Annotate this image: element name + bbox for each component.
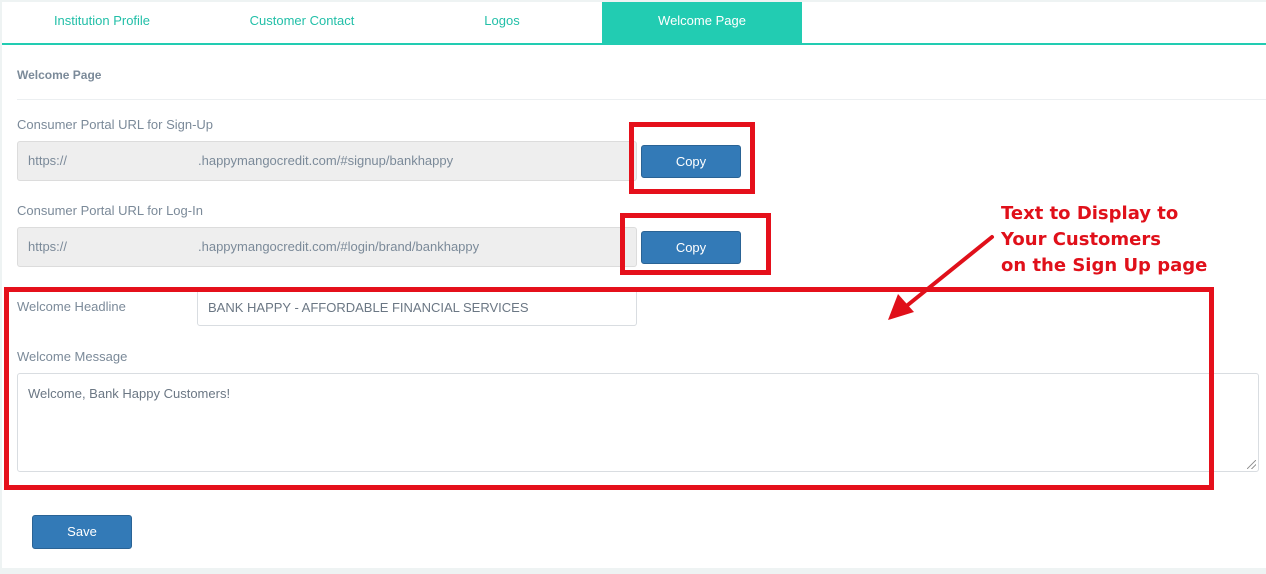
section-divider [17,99,1266,100]
login-url-field[interactable]: https:// .happymangocredit.com/#login/br… [17,227,637,267]
copy-signup-url-button[interactable]: Copy [641,145,741,178]
page: Institution Profile Customer Contact Log… [0,0,1266,574]
tab-logos[interactable]: Logos [402,2,602,43]
signup-url-prefix: https:// [28,153,68,168]
welcome-headline-label: Welcome Headline [17,299,126,314]
resize-handle-icon[interactable] [1247,460,1256,469]
login-url-label: Consumer Portal URL for Log-In [17,203,203,218]
welcome-headline-input[interactable] [197,289,637,326]
settings-panel: Institution Profile Customer Contact Log… [2,2,1266,568]
section-title: Welcome Page [17,68,102,82]
login-url-prefix: https:// [28,239,68,254]
tab-institution-profile[interactable]: Institution Profile [2,2,202,43]
welcome-message-textarea[interactable]: Welcome, Bank Happy Customers! [17,373,1259,472]
signup-url-field[interactable]: https:// .happymangocredit.com/#signup/b… [17,141,637,181]
tab-customer-contact[interactable]: Customer Contact [202,2,402,43]
copy-login-url-button[interactable]: Copy [641,231,741,264]
welcome-message-label: Welcome Message [17,349,128,364]
annotation-callout: Text to Display to Your Customers on the… [1001,201,1241,279]
welcome-message-text: Welcome, Bank Happy Customers! [28,386,231,401]
login-url-suffix: .happymangocredit.com/#login/brand/bankh… [198,239,480,254]
annotation-arrow-icon [888,235,994,320]
tab-welcome-page[interactable]: Welcome Page [602,2,802,43]
annotation-line-3: on the Sign Up page [1001,255,1208,276]
save-button[interactable]: Save [32,515,132,549]
signup-url-label: Consumer Portal URL for Sign-Up [17,117,214,132]
annotation-line-1: Text to Display to [1001,203,1179,224]
tab-bar: Institution Profile Customer Contact Log… [2,2,1266,45]
annotation-line-2: Your Customers [1001,229,1161,250]
signup-url-suffix: .happymangocredit.com/#signup/bankhappy [198,153,454,168]
